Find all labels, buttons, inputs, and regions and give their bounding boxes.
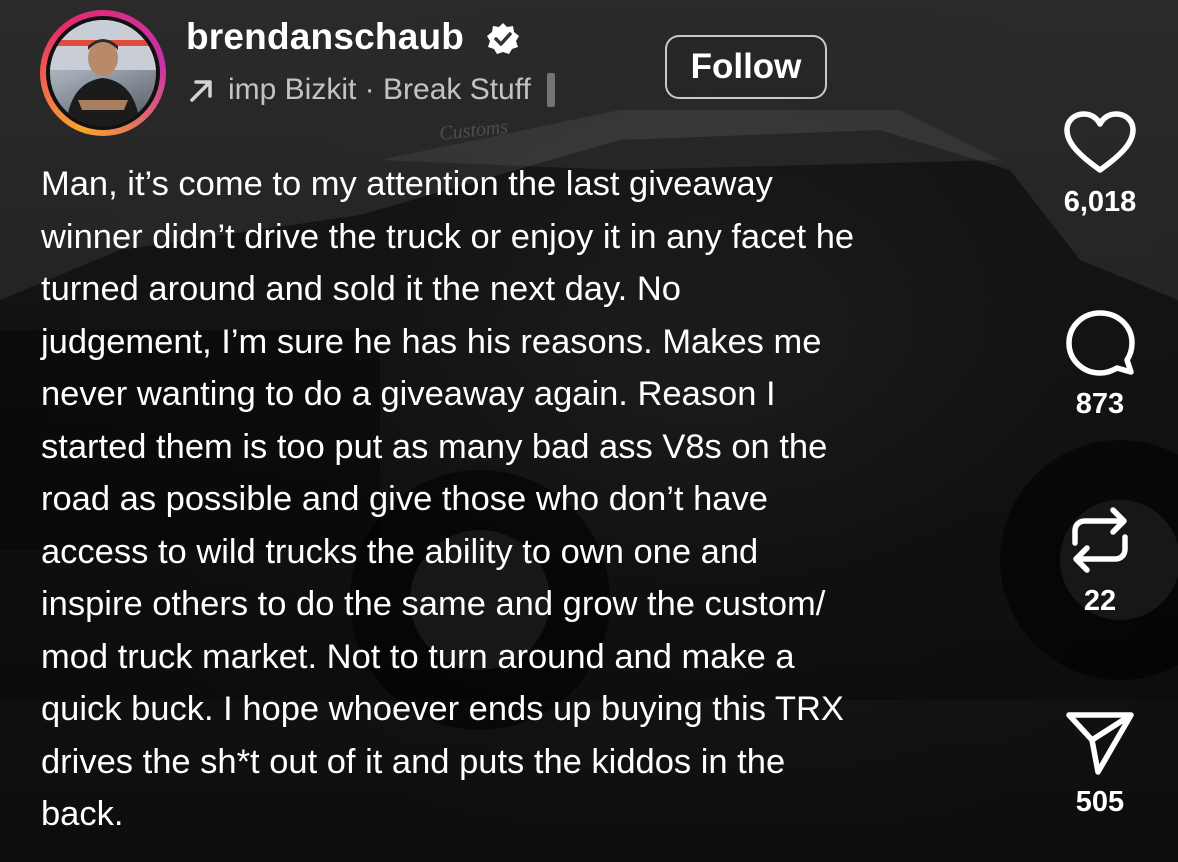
paper-plane-icon[interactable] (1065, 710, 1135, 776)
caption-line: judgement, I’m sure he has his reasons. … (41, 322, 822, 361)
repost-action[interactable]: 22 (1050, 505, 1150, 618)
avatar-photo (50, 20, 156, 126)
repost-arrows-icon[interactable] (1067, 505, 1133, 575)
audio-track-link[interactable]: imp Bizkit · Break Stuff (186, 70, 555, 110)
like-action[interactable]: 6,018 (1050, 110, 1150, 219)
caption-line: never wanting to do a giveaway again. Re… (41, 375, 776, 413)
caption-line: started them is too put as many bad ass … (41, 427, 828, 466)
share-count: 505 (1075, 786, 1125, 818)
caption-line: back. (41, 795, 124, 833)
avatar[interactable] (40, 10, 166, 136)
text-fade-marker (546, 73, 555, 107)
caption-line: road as possible and give those who don’… (41, 480, 768, 518)
audio-track-label: imp Bizkit · Break Stuff (228, 73, 531, 106)
caption-line: Man, it’s come to my attention the last … (41, 165, 773, 203)
caption-line: turned around and sold it the next day. … (41, 270, 681, 308)
caption-line: mod truck market. Not to turn around and… (41, 637, 795, 676)
username[interactable]: brendanschaub (186, 16, 464, 58)
caption-line: quick buck. I hope whoever ends up buyin… (41, 690, 844, 728)
caption-line: access to wild trucks the ability to own… (41, 532, 759, 571)
share-action[interactable]: 505 (1050, 710, 1150, 819)
comment-count: 873 (1075, 388, 1125, 420)
heart-icon[interactable] (1063, 110, 1137, 176)
comment-bubble-icon[interactable] (1065, 308, 1135, 378)
arrow-up-right-icon (190, 80, 212, 102)
caption-line: drives the sh*t out of it and puts the k… (41, 742, 786, 781)
comment-action[interactable]: 873 (1050, 308, 1150, 421)
like-count: 6,018 (1063, 186, 1137, 218)
verified-badge-icon (487, 23, 519, 54)
post-caption: Man, it’s come to my attention the last … (41, 158, 1041, 841)
caption-line: inspire others to do the same and grow t… (41, 585, 826, 623)
caption-line: winner didn’t drive the truck or enjoy i… (41, 217, 855, 256)
follow-button[interactable]: Follow (665, 35, 827, 99)
repost-count: 22 (1083, 585, 1117, 617)
